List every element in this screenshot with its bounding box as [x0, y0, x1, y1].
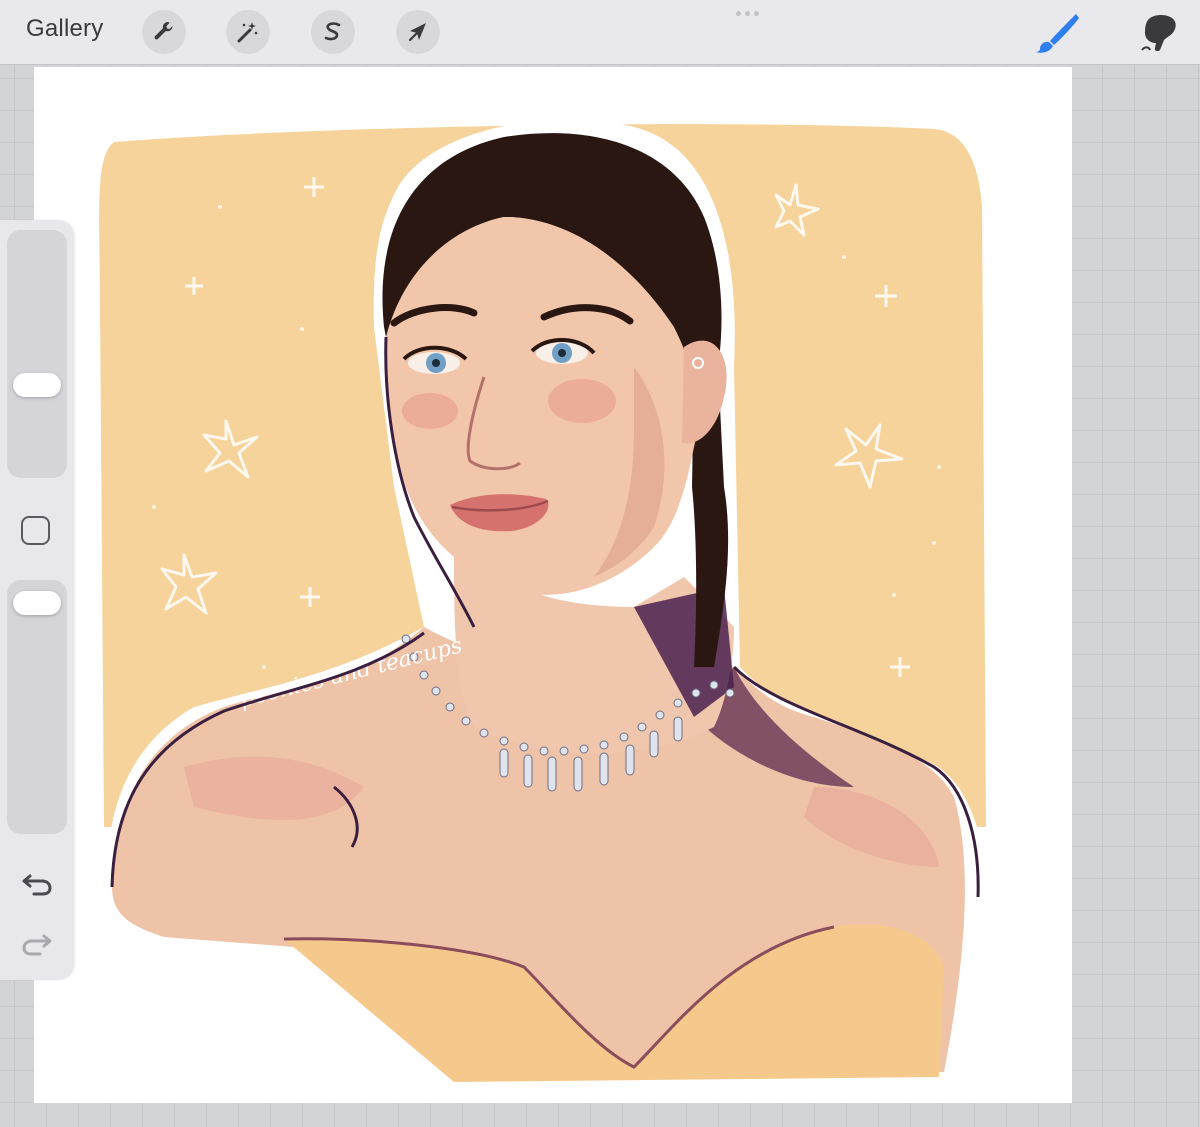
toolbar-grip-handle[interactable] — [736, 11, 759, 16]
modifier-button[interactable] — [21, 516, 50, 545]
brush-size-knob[interactable] — [13, 373, 61, 397]
wrench-icon — [154, 21, 173, 40]
gallery-button[interactable]: Gallery — [26, 15, 103, 43]
top-toolbar: Gallery — [0, 0, 1200, 65]
drawing-canvas[interactable]: peonies and teacups — [34, 67, 1072, 1103]
brush-icon — [1036, 14, 1079, 53]
undo-icon[interactable] — [20, 868, 54, 898]
magic-wand-icon — [237, 22, 258, 43]
selection-icon — [324, 22, 341, 41]
selection-button[interactable] — [311, 10, 355, 54]
opacity-knob[interactable] — [13, 591, 61, 615]
transform-arrow-icon — [408, 23, 426, 42]
smudge-icon — [1141, 15, 1176, 52]
brush-size-slider[interactable] — [7, 230, 67, 478]
transform-button[interactable] — [396, 10, 440, 54]
opacity-slider[interactable] — [7, 580, 67, 834]
actions-button[interactable] — [142, 10, 186, 54]
smudge-button[interactable] — [1136, 10, 1182, 56]
left-sidebar — [0, 220, 74, 980]
redo-icon[interactable] — [20, 928, 54, 958]
brush-button[interactable] — [1030, 10, 1084, 56]
portrait-artwork: peonies and teacups — [99, 119, 990, 1087]
adjustments-button[interactable] — [226, 10, 270, 54]
